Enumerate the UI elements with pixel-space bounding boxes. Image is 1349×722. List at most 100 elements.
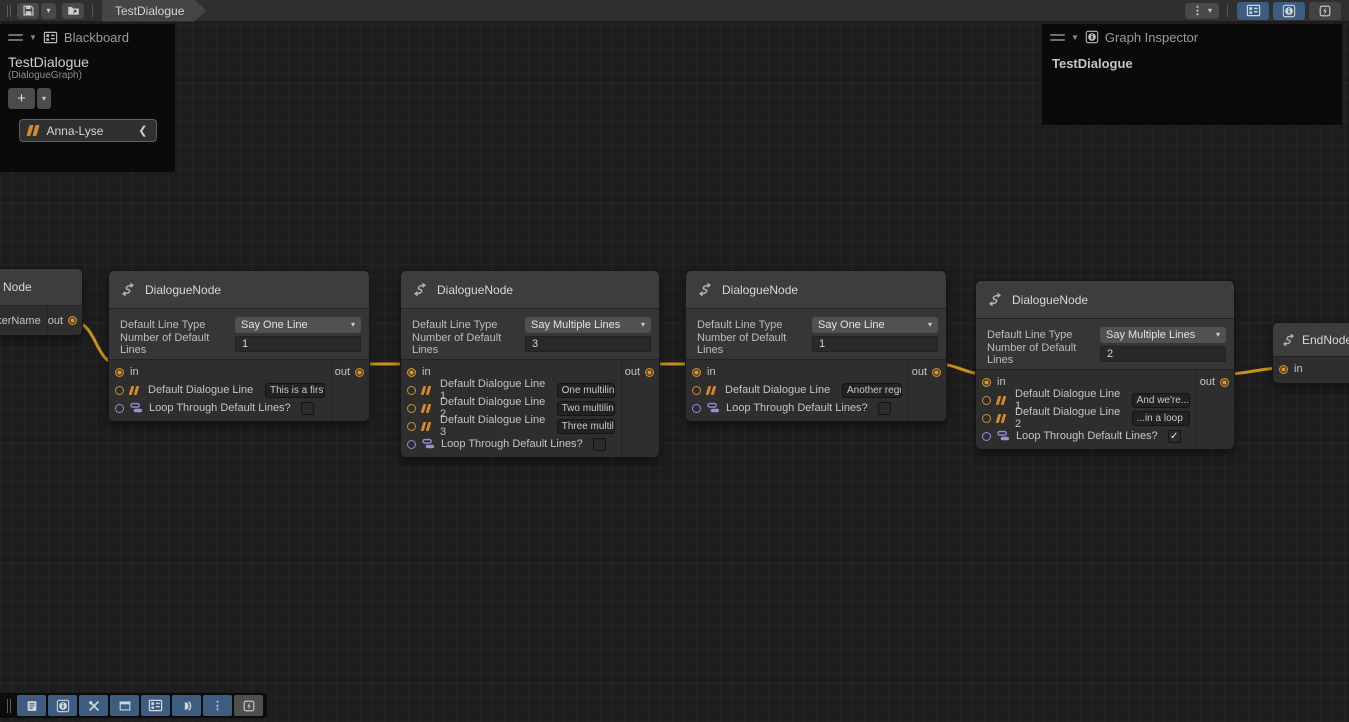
loop-checkbox[interactable] <box>593 438 606 451</box>
loop-checkbox[interactable] <box>301 402 314 415</box>
console-icon <box>25 699 39 713</box>
node-header[interactable]: DialogueNode <box>976 281 1234 319</box>
dialogue-node-1[interactable]: DialogueNode Default Line Type Say One L… <box>108 270 370 422</box>
transition-button[interactable] <box>172 695 201 716</box>
out-port-dot[interactable] <box>68 316 77 325</box>
dialogue-line-field[interactable]: ...in a loop <box>1132 411 1190 426</box>
port-dialogue-line-3[interactable]: Default Dialogue Line 3 Three multilin <box>407 417 621 435</box>
line-port-dot[interactable] <box>982 396 991 405</box>
out-port-dot[interactable] <box>645 368 654 377</box>
save-dropdown-button[interactable]: ▾ <box>41 3 56 19</box>
line-type-dropdown[interactable]: Say Multiple Lines ▾ <box>525 317 651 333</box>
line-type-dropdown[interactable]: Say One Line ▾ <box>235 317 361 333</box>
line-port-dot[interactable] <box>407 422 416 431</box>
node-header[interactable]: EndNode <box>1273 323 1349 357</box>
loop-checkbox-checked[interactable]: ✓ <box>1168 430 1181 443</box>
line-type-dropdown[interactable]: Say One Line ▾ <box>812 317 938 333</box>
more-button[interactable]: ⋮ <box>203 695 232 716</box>
port-loop[interactable]: Loop Through Default Lines? <box>115 399 331 417</box>
add-property-caret-icon[interactable]: ▾ <box>37 88 51 109</box>
node-header[interactable]: DialogueNode <box>686 271 946 309</box>
drag-handle-icon[interactable] <box>8 34 23 41</box>
line-port-dot[interactable] <box>692 386 701 395</box>
blackboard-header[interactable]: ▼ Blackboard <box>0 24 175 50</box>
port-dialogue-line-2[interactable]: Default Dialogue Line 2 ...in a loop <box>982 409 1196 427</box>
dialogue-line-field[interactable]: And we're... <box>1132 393 1190 408</box>
loop-port-dot[interactable] <box>407 440 416 449</box>
port-in[interactable]: in <box>692 363 908 381</box>
line-port-dot[interactable] <box>407 404 416 413</box>
in-port-dot[interactable] <box>115 368 124 377</box>
dialogue-node-2[interactable]: DialogueNode Default Line Type Say Multi… <box>400 270 660 458</box>
graph-tab[interactable]: TestDialogue <box>102 0 206 22</box>
loop-port-dot[interactable] <box>115 404 124 413</box>
port-out[interactable]: out <box>622 363 654 381</box>
dialogue-line-field[interactable]: One multiline <box>557 383 615 398</box>
quote-icon <box>997 396 1009 405</box>
port-dialogue-line[interactable]: Default Dialogue Line This is a first <box>115 381 331 399</box>
port-out[interactable]: out <box>48 315 82 327</box>
port-out[interactable]: out <box>332 363 364 381</box>
dialogue-line-field[interactable]: Two multiline <box>557 401 615 416</box>
blackboard-button[interactable] <box>141 695 170 716</box>
line-port-dot[interactable] <box>982 414 991 423</box>
info-button[interactable] <box>48 695 77 716</box>
port-in[interactable]: in <box>1279 360 1349 378</box>
blackboard-toggle-button[interactable] <box>1237 2 1269 20</box>
toolbar-drag-handle-icon[interactable] <box>7 699 11 713</box>
dialogue-node-4[interactable]: DialogueNode Default Line Type Say Multi… <box>975 280 1235 450</box>
window-button[interactable] <box>110 695 139 716</box>
port-out[interactable]: out <box>909 363 941 381</box>
graph-inspector-title: Graph Inspector <box>1105 30 1198 45</box>
collapse-caret-icon[interactable]: ▼ <box>1071 33 1079 42</box>
collapse-caret-icon[interactable]: ▼ <box>29 33 37 42</box>
loop-port-dot[interactable] <box>982 432 991 441</box>
console-button[interactable] <box>17 695 46 716</box>
out-port-dot[interactable] <box>1220 378 1229 387</box>
port-dialogue-line[interactable]: Default Dialogue Line Another regu <box>692 381 908 399</box>
save-button[interactable] <box>17 3 39 19</box>
dialogue-node-3[interactable]: DialogueNode Default Line Type Say One L… <box>685 270 947 422</box>
loop-icon <box>707 402 720 414</box>
node-partial-left[interactable]: Node kerName out <box>0 268 83 336</box>
port-speaker-name[interactable]: kerName <box>0 306 48 335</box>
graph-inspector-header[interactable]: ▼ Graph Inspector <box>1042 24 1342 50</box>
port-out[interactable]: out <box>1197 373 1229 391</box>
drag-handle-icon[interactable] <box>1050 34 1065 41</box>
dialogue-line-field[interactable]: Another regu <box>842 383 902 398</box>
num-lines-field[interactable]: 2 <box>1100 346 1226 362</box>
in-port-dot[interactable] <box>982 378 991 387</box>
add-property-button[interactable]: + <box>8 88 35 109</box>
line-port-dot[interactable] <box>115 386 124 395</box>
line-port-dot[interactable] <box>407 386 416 395</box>
node-header[interactable]: Node <box>0 269 82 306</box>
loop-checkbox[interactable] <box>878 402 891 415</box>
num-lines-field[interactable]: 1 <box>812 336 938 352</box>
in-port-dot[interactable] <box>1279 365 1288 374</box>
port-in[interactable]: in <box>115 363 331 381</box>
out-port-dot[interactable] <box>932 368 941 377</box>
tools-button[interactable] <box>79 695 108 716</box>
in-port-dot[interactable] <box>692 368 701 377</box>
chevron-left-icon[interactable]: ❮ <box>138 124 147 137</box>
line-type-dropdown[interactable]: Say Multiple Lines ▾ <box>1100 327 1226 343</box>
out-port-dot[interactable] <box>355 368 364 377</box>
node-header[interactable]: DialogueNode <box>109 271 369 309</box>
toolbar-drag-handle-icon[interactable] <box>7 5 11 17</box>
spark-toggle-button[interactable] <box>1309 2 1341 20</box>
inspector-toggle-button[interactable] <box>1273 2 1305 20</box>
end-node[interactable]: EndNode in <box>1272 322 1349 384</box>
blackboard-property-anna-lyse[interactable]: Anna-Lyse ❮ <box>19 119 157 142</box>
in-port-dot[interactable] <box>407 368 416 377</box>
port-loop[interactable]: Loop Through Default Lines? <box>692 399 908 417</box>
loop-port-dot[interactable] <box>692 404 701 413</box>
num-lines-label: Number of Default Lines <box>409 332 525 356</box>
toolbar-menu-button[interactable]: ⋮ ▾ <box>1185 3 1219 19</box>
dialogue-line-field[interactable]: Three multilin <box>557 419 615 434</box>
node-header[interactable]: DialogueNode <box>401 271 659 309</box>
spark-button[interactable] <box>234 695 263 716</box>
open-asset-button[interactable] <box>62 3 84 19</box>
num-lines-field[interactable]: 3 <box>525 336 651 352</box>
dialogue-line-field[interactable]: This is a first <box>265 383 325 398</box>
num-lines-field[interactable]: 1 <box>235 336 361 352</box>
